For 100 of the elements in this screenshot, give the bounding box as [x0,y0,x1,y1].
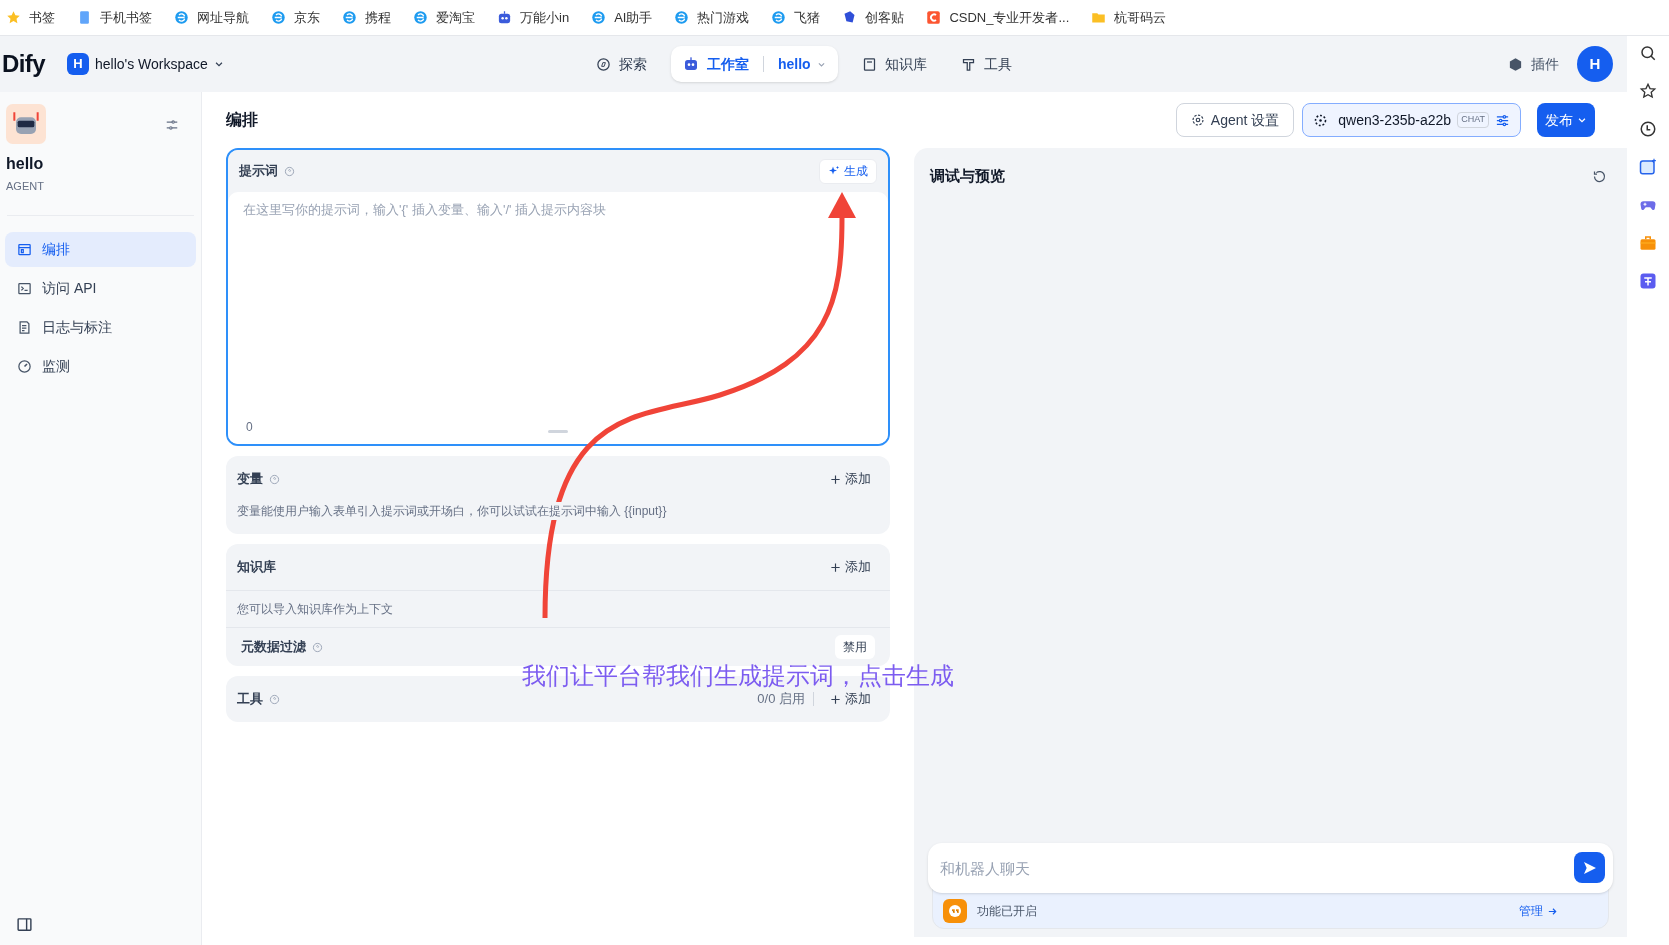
sidebar-item[interactable]: 访问 API [5,270,196,306]
manage-link[interactable]: 管理 [1519,902,1558,920]
book-icon [861,56,877,72]
search-icon[interactable] [1639,44,1657,62]
chat-input-field[interactable]: 和机器人聊天 [928,843,1613,893]
sidebar-item[interactable]: 编排 [5,231,196,267]
translate-icon[interactable] [1639,272,1657,290]
add-button[interactable]: 添加 [822,469,879,489]
refresh-icon[interactable] [1592,168,1607,184]
section-title: 变量 [237,470,263,489]
layout-icon [17,241,32,257]
panel-title: 调试与预览 [930,165,1005,186]
annotation-text: 我们让平台帮我们生成提示词，点击生成 [522,664,954,688]
metadata-filter-label: 元数据过滤 [241,638,306,657]
document-icon [17,319,32,335]
model-selector[interactable]: qwen3-235b-a22b CHAT [1302,103,1521,137]
sidebar-item[interactable]: 监测 [5,348,196,384]
help-icon [312,641,323,653]
send-button[interactable] [1574,852,1605,883]
star-icon [6,10,21,25]
robot-avatar-icon [6,104,46,144]
star-outline-icon[interactable] [1639,82,1657,100]
browser-icon [591,10,607,25]
app-logo[interactable]: Dify [2,46,45,82]
user-avatar[interactable]: H [1577,46,1613,82]
knowledge-hint: 您可以导入知识库作为上下文 [236,601,394,618]
page-title: 编排 [226,110,258,130]
prompt-input[interactable]: 在这里写你的提示词，输入'{' 插入变量、输入'/' 插入提示内容块 [228,192,888,418]
plus-icon [830,693,841,705]
section-title: 知识库 [237,558,276,577]
hammer-icon [960,56,976,72]
add-button[interactable]: 添加 [822,689,879,709]
send-icon [1581,859,1598,876]
bookmark-page-icon [77,10,92,25]
features-status: 功能已开启 [977,903,1037,920]
app-name: hello [5,154,45,174]
bookmark-link[interactable]: 手机书签 [77,7,152,28]
browser-icon [174,10,189,25]
metadata-filter-select[interactable]: 禁用 [835,635,875,659]
sliders-icon [1495,112,1510,128]
generate-button[interactable]: 生成 [819,158,877,184]
bookmark-link[interactable]: 创客贴 [842,7,905,28]
terminal-icon [17,280,32,296]
bookmark-link[interactable]: AI助手 [591,7,653,28]
help-icon [284,165,295,177]
plus-icon [830,561,841,573]
plugins-button[interactable]: 插件 [1508,53,1559,75]
robot-icon [683,56,699,72]
browser-icon [771,10,787,25]
bookmark-link[interactable]: 网址导航 [174,7,249,28]
model-name: qwen3-235b-a22b [1338,110,1452,130]
help-icon [269,473,280,485]
folder-icon [1091,10,1107,25]
compass-icon [596,56,611,72]
sidebar-item[interactable]: 日志与标注 [5,309,196,345]
chevron-down-icon [1577,115,1587,125]
browser-icon [674,10,690,25]
bookmark-link[interactable]: 万能小in [497,7,570,28]
model-mode-tag: CHAT [1457,112,1489,128]
workspace-switcher[interactable]: H hello's Workspace [66,53,224,75]
prompt-label: 提示词 [239,162,278,181]
browser-icon [342,10,357,25]
bookmark-link[interactable]: CSDN_专业开发者... [926,7,1070,28]
browser-icon [271,10,286,25]
app-switcher[interactable]: hello [778,53,826,75]
robot-icon [497,10,512,25]
cube-icon [1508,56,1523,72]
bookmark-link[interactable]: 飞猪 [771,7,821,28]
nav-tab[interactable]: 工具 [950,46,1022,82]
add-button[interactable]: 添加 [822,557,879,577]
arrow-right-icon [1547,905,1558,917]
character-count: 0 [246,419,253,436]
history-icon[interactable] [1639,120,1657,138]
gauge-icon [17,358,32,374]
bookmark-link[interactable]: 京东 [271,7,320,28]
tools-count: 0/0 启用 [757,690,806,709]
nav-tab[interactable]: 探索 [586,46,657,82]
bookmark-link[interactable]: 携程 [342,7,391,28]
help-icon [269,693,280,705]
nav-tab[interactable]: 知识库 [851,46,937,82]
publish-button[interactable]: 发布 [1537,103,1595,137]
c-logo-icon [926,10,942,25]
agent-settings-button[interactable]: Agent 设置 [1175,103,1295,137]
nav-tab[interactable]: 工作室 hello [671,46,838,82]
bookmark-link[interactable]: 杭哥码云 [1091,7,1167,28]
ai-assistant-icon[interactable] [1639,158,1657,176]
plus-icon [830,473,841,485]
bookmark-link[interactable]: 爱淘宝 [413,7,475,28]
panel-toggle-icon[interactable] [16,916,33,933]
app-type: AGENT [5,179,45,194]
resize-handle[interactable] [548,430,568,433]
variables-hint: 变量能使用户输入表单引入提示词或开场白，你可以试试在提示词中输入 {{input}} [237,502,667,520]
bookmark-link[interactable]: 书签 [6,7,55,28]
settings-sliders-icon [165,118,179,132]
model-icon [1313,112,1329,128]
bookmark-link[interactable]: 热门游戏 [674,7,750,28]
chevron-down-icon [213,59,224,69]
browser-icon [413,10,428,25]
quote-badge-icon [943,899,967,923]
gear-icon [1190,113,1205,127]
